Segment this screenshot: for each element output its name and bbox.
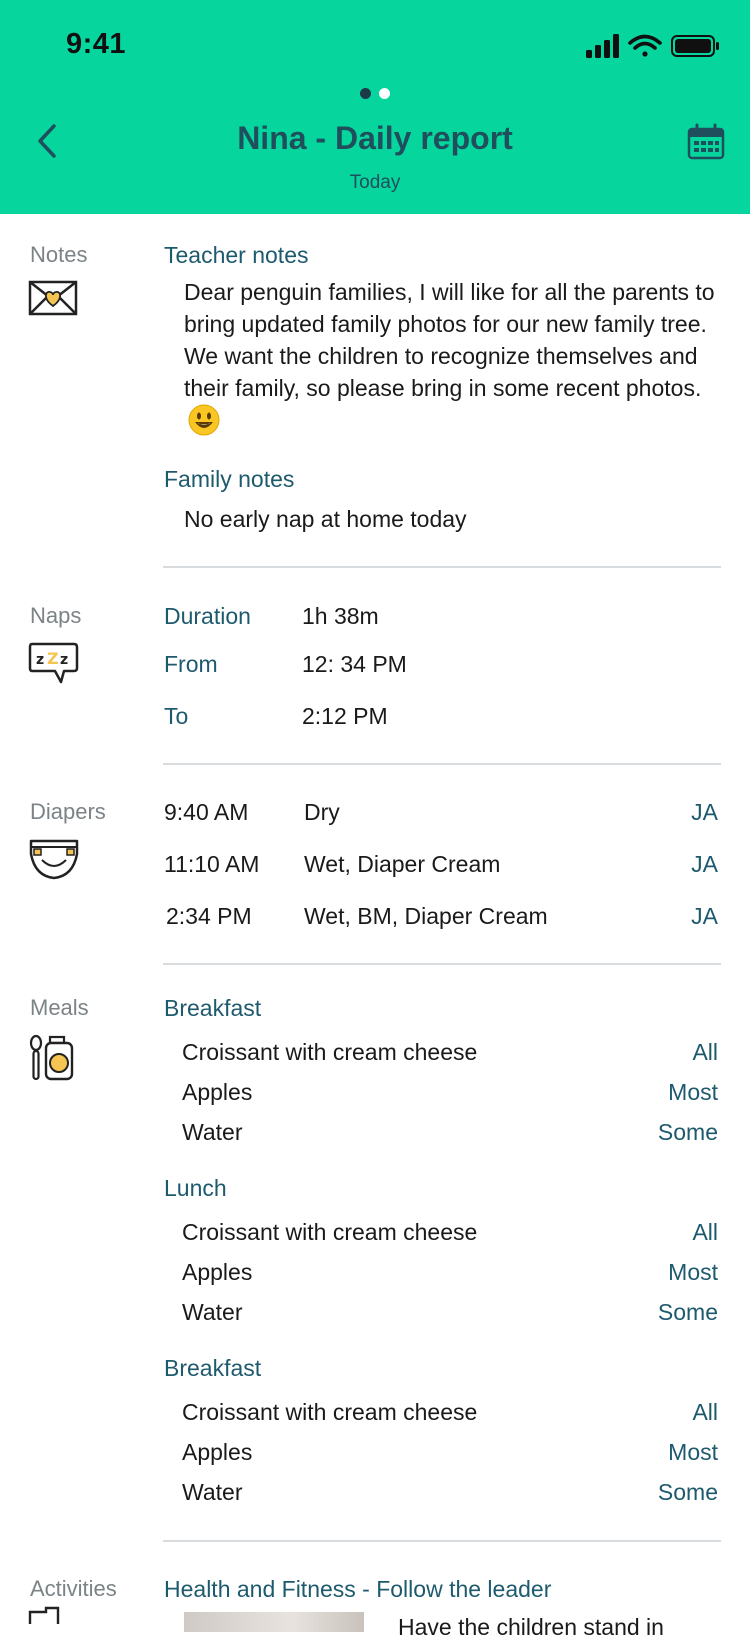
activity-description: Have the children stand in bbox=[398, 1614, 664, 1640]
meal-amount: All bbox=[692, 1219, 718, 1245]
teacher-notes-heading: Teacher notes bbox=[164, 242, 309, 268]
teacher-notes-body: Dear penguin families, I will like for a… bbox=[184, 279, 715, 401]
meal-icon bbox=[29, 1034, 74, 1081]
status-time: 9:41 bbox=[66, 28, 127, 60]
diaper-staff-2: JA bbox=[691, 851, 718, 877]
meal-group-heading: Breakfast bbox=[164, 1355, 262, 1381]
meal-food: Apples bbox=[182, 1079, 253, 1105]
battery-icon bbox=[671, 35, 719, 57]
app-header: 9:41 Nina - Daily report Today bbox=[0, 0, 750, 214]
page-dot-active bbox=[360, 88, 371, 99]
diaper-staff-3: JA bbox=[691, 903, 718, 929]
meal-food: Croissant with cream cheese bbox=[182, 1039, 478, 1065]
status-icons bbox=[586, 34, 719, 58]
wifi-icon bbox=[628, 34, 662, 57]
svg-text:Z: Z bbox=[47, 649, 59, 668]
nap-duration-label: Duration bbox=[164, 603, 251, 629]
nap-to-label: To bbox=[164, 703, 189, 729]
meal-amount: Most bbox=[668, 1259, 718, 1285]
divider bbox=[163, 763, 721, 765]
diaper-time-2: 11:10 AM bbox=[164, 851, 260, 877]
nap-duration-value: 1h 38m bbox=[302, 603, 379, 629]
divider bbox=[163, 566, 721, 568]
section-label-diapers: Diapers bbox=[30, 799, 106, 824]
diaper-icon bbox=[29, 839, 79, 880]
teacher-notes-text: Dear penguin families, I will like for a… bbox=[184, 276, 724, 438]
page-indicator bbox=[360, 88, 400, 100]
calendar-icon[interactable] bbox=[686, 122, 726, 162]
meal-amount: Most bbox=[668, 1439, 718, 1465]
nap-from-value: 12: 34 PM bbox=[302, 651, 407, 677]
meal-food: Apples bbox=[182, 1439, 253, 1465]
section-label-naps: Naps bbox=[30, 603, 82, 628]
activity-photo[interactable] bbox=[184, 1612, 364, 1632]
section-label-meals: Meals bbox=[30, 995, 89, 1020]
diaper-time-1: 9:40 AM bbox=[164, 799, 249, 825]
page-title: Nina - Daily report bbox=[237, 120, 513, 156]
meal-amount: Some bbox=[657, 1299, 718, 1325]
section-label-activities: Activities bbox=[30, 1576, 117, 1601]
meal-amount: All bbox=[692, 1039, 718, 1065]
meal-food: Water bbox=[182, 1299, 243, 1325]
meal-amount: Some bbox=[657, 1119, 718, 1145]
meal-group-heading: Lunch bbox=[164, 1175, 227, 1201]
divider bbox=[163, 1540, 721, 1542]
meal-food: Croissant with cream cheese bbox=[182, 1219, 478, 1245]
meal-amount: Most bbox=[668, 1079, 718, 1105]
meal-amount: Some bbox=[657, 1479, 718, 1505]
activity-title[interactable]: Health and Fitness - Follow the leader bbox=[164, 1576, 551, 1603]
meal-group-heading: Breakfast bbox=[164, 995, 262, 1021]
meal-amount: All bbox=[692, 1399, 718, 1425]
diaper-desc-1: Dry bbox=[304, 799, 340, 825]
divider bbox=[163, 963, 721, 965]
activity-icon bbox=[28, 1606, 60, 1624]
family-notes-heading: Family notes bbox=[164, 466, 295, 492]
nap-from-label: From bbox=[164, 651, 218, 677]
sleep-bubble-icon: z Z z bbox=[28, 642, 79, 684]
meal-food: Water bbox=[182, 1479, 243, 1505]
section-label-notes: Notes bbox=[30, 242, 88, 267]
nap-to-value: 2:12 PM bbox=[302, 703, 388, 729]
meal-food: Croissant with cream cheese bbox=[182, 1399, 478, 1425]
family-notes-text: No early nap at home today bbox=[184, 506, 467, 532]
cellular-signal-icon bbox=[586, 34, 619, 58]
page-subtitle: Today bbox=[349, 172, 401, 193]
meal-food: Water bbox=[182, 1119, 243, 1145]
page-dot bbox=[379, 88, 390, 99]
diaper-desc-2: Wet, Diaper Cream bbox=[304, 851, 501, 877]
svg-text:z: z bbox=[36, 652, 44, 668]
diaper-desc-3: Wet, BM, Diaper Cream bbox=[304, 903, 548, 929]
meal-food: Apples bbox=[182, 1259, 253, 1285]
diaper-time-3: 2:34 PM bbox=[166, 903, 252, 929]
smiley-emoji-icon bbox=[188, 404, 220, 436]
diaper-staff-1: JA bbox=[691, 799, 718, 825]
envelope-heart-icon bbox=[28, 280, 78, 316]
svg-text:z: z bbox=[60, 652, 68, 668]
